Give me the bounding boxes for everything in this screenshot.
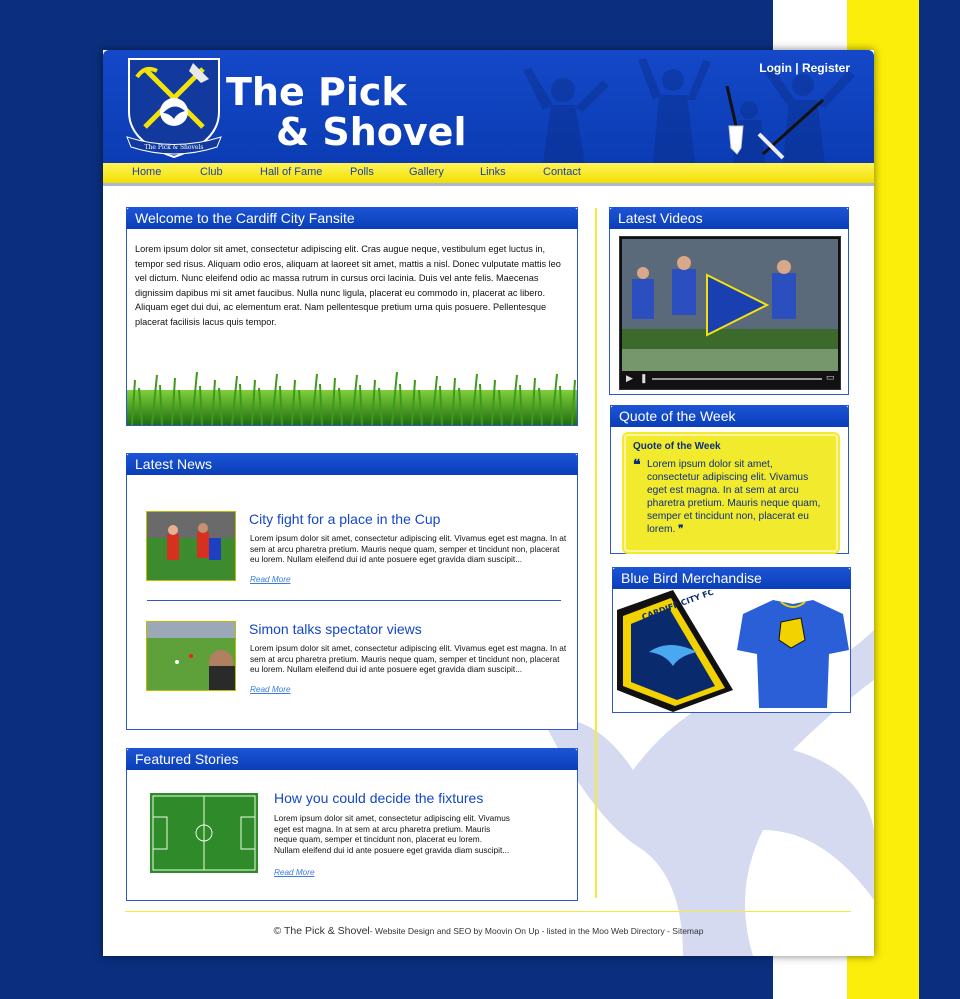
quote-body: Lorem ipsum dolor sit amet, consectetur … (647, 459, 821, 535)
nav-links[interactable]: Links (480, 166, 506, 178)
register-link[interactable]: Register (802, 61, 850, 75)
site-title-line2: & Shovel (276, 110, 467, 154)
site-title-line1: The Pick (226, 70, 407, 114)
site-header: The Pick & Shovels The Pick & Shovel Log… (103, 50, 874, 163)
quote-note: Quote of the Week ❝ Lorem ipsum dolor si… (624, 434, 838, 552)
site-title: The Pick & Shovel (226, 72, 466, 152)
footer-brand: © The Pick & Shovel (273, 925, 370, 937)
main-nav: Home Club Hall of Fame Polls Gallery Lin… (103, 163, 874, 186)
auth-links: Login | Register (759, 61, 850, 75)
welcome-heading: Welcome to the Cardiff City Fansite (126, 207, 578, 229)
welcome-panel: Welcome to the Cardiff City Fansite Lore… (126, 207, 578, 426)
latest-news-heading: Latest News (126, 453, 578, 475)
nav-hall-of-fame[interactable]: Hall of Fame (260, 166, 322, 178)
play-icon[interactable]: ▶ (626, 373, 633, 384)
featured-title[interactable]: How you could decide the fixtures (274, 790, 483, 806)
quote-of-week-panel: Quote of the Week Quote of the Week ❝ Lo… (610, 405, 849, 554)
nav-gallery[interactable]: Gallery (409, 166, 444, 178)
login-link[interactable]: Login (759, 61, 792, 75)
news-thumbnail[interactable] (146, 621, 236, 691)
news-divider (147, 600, 561, 601)
news-thumbnail[interactable] (146, 511, 236, 581)
column-divider (595, 208, 597, 898)
close-quote-icon: ❞ (678, 524, 684, 535)
news-text: Lorem ipsum dolor sit amet, consectetur … (250, 533, 567, 564)
site-footer: © The Pick & Shovel- Website Design and … (103, 925, 874, 937)
pitch-diagram-image[interactable] (150, 793, 258, 873)
read-more-link[interactable]: Read More (250, 575, 291, 584)
auth-separator: | (795, 61, 799, 75)
grass-image (127, 371, 577, 425)
quote-inner-title: Quote of the Week (633, 441, 721, 452)
read-more-link[interactable]: Read More (274, 868, 315, 877)
video-frame[interactable] (622, 239, 838, 371)
video-player[interactable]: ▶ ❚ ▭ (619, 236, 841, 390)
nav-contact[interactable]: Contact (543, 166, 581, 178)
video-controls: ▶ ❚ ▭ (622, 372, 838, 386)
featured-text: Lorem ipsum dolor sit amet, consectetur … (274, 813, 510, 855)
fullscreen-icon[interactable]: ▭ (826, 372, 835, 383)
seek-bar[interactable] (652, 378, 822, 380)
footer-divider (125, 911, 851, 912)
news-title[interactable]: City fight for a place in the Cup (249, 511, 440, 527)
page-container: The Pick & Shovels The Pick & Shovel Log… (103, 50, 874, 956)
news-text: Lorem ipsum dolor sit amet, consectetur … (250, 643, 567, 674)
crest-caption: The Pick & Shovels (145, 144, 204, 151)
nav-polls[interactable]: Polls (350, 166, 374, 178)
welcome-text: Lorem ipsum dolor sit amet, consectetur … (135, 244, 561, 327)
merchandise-image[interactable]: CARDIFF CITY FC (613, 590, 850, 712)
read-more-link[interactable]: Read More (250, 685, 291, 694)
featured-stories-panel: Featured Stories How you could decide th… (126, 748, 578, 901)
latest-videos-heading: Latest Videos (609, 207, 849, 229)
latest-videos-panel: Latest Videos ▶ ❚ ▭ (609, 207, 849, 395)
latest-news-panel: Latest News City fight for a place in th… (126, 453, 578, 730)
pause-icon[interactable]: ❚ (640, 373, 648, 384)
merchandise-panel: Blue Bird Merchandise CARDIFF CITY FC (612, 567, 851, 713)
club-crest-logo: The Pick & Shovels (126, 58, 222, 159)
news-title[interactable]: Simon talks spectator views (249, 621, 422, 637)
nav-club[interactable]: Club (200, 166, 223, 178)
nav-home[interactable]: Home (132, 166, 161, 178)
quote-text: Lorem ipsum dolor sit amet, consectetur … (647, 458, 827, 536)
quote-heading: Quote of the Week (610, 405, 849, 427)
footer-credits[interactable]: - Website Design and SEO by Moovin On Up… (370, 926, 704, 936)
open-quote-icon: ❝ (633, 456, 641, 472)
merchandise-heading: Blue Bird Merchandise (612, 567, 851, 589)
pick-shovel-icon (725, 86, 825, 160)
featured-stories-heading: Featured Stories (126, 748, 578, 770)
